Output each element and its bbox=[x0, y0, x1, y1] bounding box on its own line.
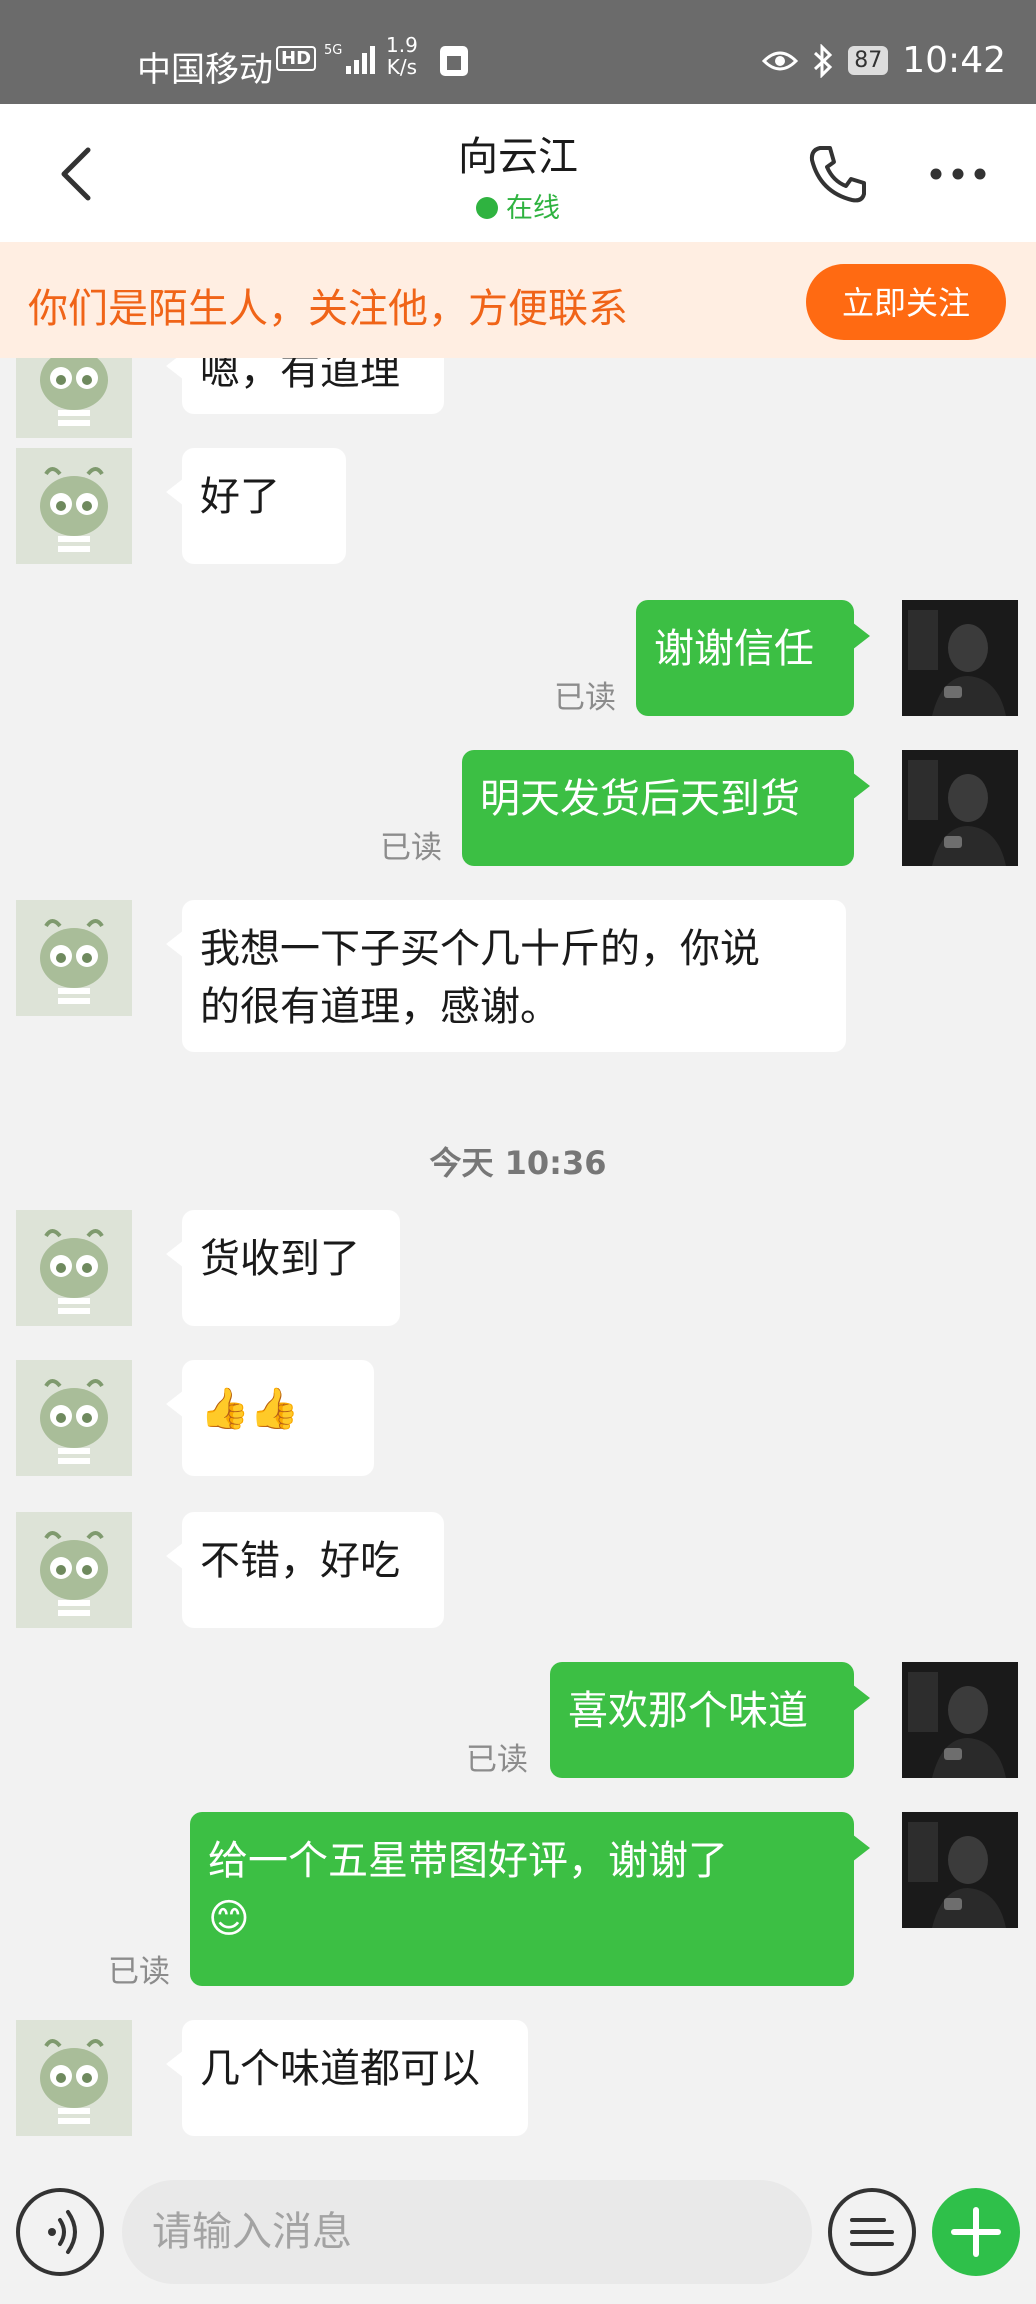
robot-avatar-icon bbox=[16, 1360, 132, 1476]
clock: 10:42 bbox=[902, 40, 1006, 81]
message-bubble-incoming[interactable]: 货收到了 bbox=[166, 1210, 400, 1326]
battery-indicator: 87 bbox=[848, 46, 889, 75]
contact-avatar[interactable] bbox=[16, 1210, 132, 1326]
contact-avatar[interactable] bbox=[16, 1360, 132, 1476]
status-right: 87 10:42 bbox=[762, 40, 1006, 81]
menu-lines-icon bbox=[850, 2218, 894, 2246]
online-status: 在线 bbox=[0, 186, 1036, 225]
user-photo-avatar bbox=[902, 600, 1018, 716]
svg-text:5G: 5G bbox=[324, 43, 342, 58]
my-avatar[interactable] bbox=[902, 1662, 1018, 1778]
contact-avatar[interactable] bbox=[16, 900, 132, 1016]
chat-area[interactable]: 嗯，有道理 好了 已读 谢谢信任 已读 明天发货后天到货 我想一下子买个几十斤的… bbox=[0, 358, 1036, 2156]
sim-icon bbox=[440, 46, 468, 76]
message-bubble-incoming[interactable]: 我想一下子买个几十斤的，你说 的很有道理，感谢。 bbox=[166, 900, 846, 1052]
online-dot bbox=[476, 197, 498, 219]
carrier-name: 中国移动 bbox=[137, 50, 273, 90]
read-receipt: 已读 bbox=[108, 1954, 170, 1990]
menu-button[interactable] bbox=[828, 2188, 916, 2276]
my-avatar[interactable] bbox=[902, 600, 1018, 716]
read-receipt: 已读 bbox=[554, 680, 616, 716]
message-bubble-outgoing[interactable]: 喜欢那个味道 bbox=[550, 1662, 870, 1778]
user-photo-avatar bbox=[902, 750, 1018, 866]
net-speed: 1.9 K/s bbox=[386, 34, 418, 78]
robot-avatar-icon bbox=[16, 1512, 132, 1628]
add-attachment-button[interactable] bbox=[932, 2188, 1020, 2276]
message-bubble-incoming[interactable]: 嗯，有道理 bbox=[166, 358, 444, 414]
robot-avatar-icon bbox=[16, 900, 132, 1016]
message-bubble-outgoing[interactable]: 明天发货后天到货 bbox=[462, 750, 870, 866]
hd-badge: HD bbox=[276, 45, 317, 71]
message-input[interactable] bbox=[122, 2180, 812, 2284]
message-bubble-incoming[interactable]: 不错，好吃 bbox=[166, 1512, 444, 1628]
net-speed-value: 1.9 bbox=[386, 33, 418, 57]
message-bubble-outgoing[interactable]: 谢谢信任 bbox=[636, 600, 870, 716]
online-status-label: 在线 bbox=[506, 193, 560, 224]
signal-icon: 5G bbox=[324, 43, 376, 74]
robot-avatar-icon bbox=[16, 2020, 132, 2136]
user-photo-avatar bbox=[902, 1662, 1018, 1778]
plus-icon bbox=[951, 2207, 1001, 2257]
voice-wave-icon bbox=[48, 2210, 77, 2254]
read-receipt: 已读 bbox=[380, 830, 442, 866]
chat-header: 向云江 在线 bbox=[0, 104, 1036, 242]
time-divider: 今天 10:36 bbox=[429, 1144, 607, 1182]
status-bar: 中国移动 HD 5G 1.9 K/s 87 10:42 bbox=[0, 0, 1036, 104]
voice-input-button[interactable] bbox=[16, 2188, 104, 2276]
contact-avatar[interactable] bbox=[16, 1512, 132, 1628]
more-options-icon[interactable] bbox=[928, 156, 988, 192]
bluetooth-icon bbox=[814, 43, 833, 78]
message-bubble-incoming[interactable]: 几个味道都可以 bbox=[166, 2020, 528, 2136]
phone-call-icon[interactable] bbox=[806, 142, 870, 206]
contact-avatar[interactable] bbox=[16, 2020, 132, 2136]
robot-avatar-icon bbox=[16, 1210, 132, 1326]
my-avatar[interactable] bbox=[902, 750, 1018, 866]
contact-avatar[interactable] bbox=[16, 448, 132, 564]
input-bar bbox=[0, 2156, 1036, 2304]
eye-icon bbox=[762, 51, 799, 70]
network-icons: HD 5G bbox=[276, 40, 380, 76]
follow-banner: 你们是陌生人，关注他，方便联系 立即关注 bbox=[0, 242, 1036, 358]
message-bubble-outgoing[interactable]: 给一个五星带图好评，谢谢了 😊 bbox=[190, 1812, 870, 1986]
banner-text: 你们是陌生人，关注他，方便联系 bbox=[28, 286, 628, 332]
follow-button[interactable]: 立即关注 bbox=[806, 264, 1006, 340]
user-photo-avatar bbox=[902, 1812, 1018, 1928]
robot-avatar-icon bbox=[16, 448, 132, 564]
robot-avatar-icon bbox=[16, 358, 132, 438]
contact-name: 向云江 bbox=[458, 134, 578, 180]
message-bubble-incoming[interactable]: 👍👍 bbox=[166, 1360, 374, 1476]
my-avatar[interactable] bbox=[902, 1812, 1018, 1928]
contact-avatar[interactable] bbox=[16, 358, 132, 438]
message-bubble-incoming[interactable]: 好了 bbox=[166, 448, 346, 564]
read-receipt: 已读 bbox=[466, 1742, 528, 1778]
net-speed-unit: K/s bbox=[386, 55, 418, 79]
